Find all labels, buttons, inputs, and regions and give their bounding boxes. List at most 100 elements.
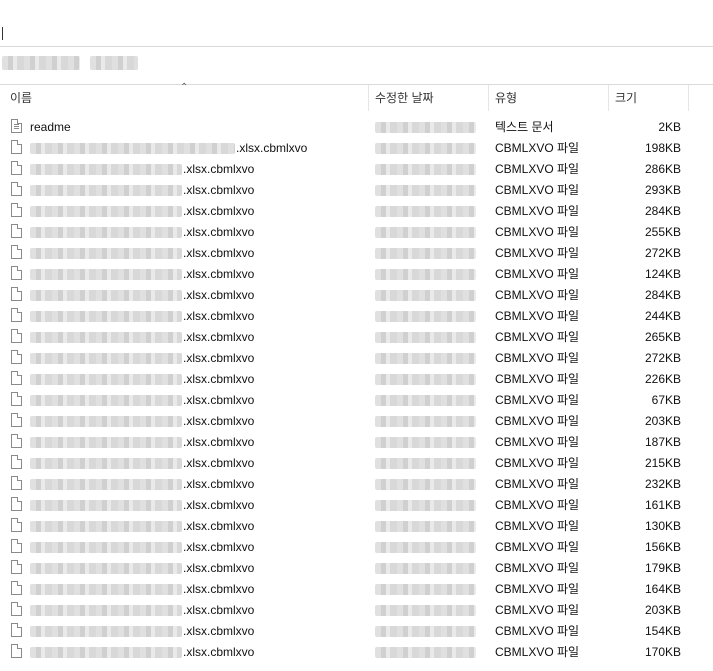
file-row[interactable]: .xlsx.cbmlxvo CBMLXVO 파일 286KB [0, 159, 713, 180]
file-row[interactable]: .xlsx.cbmlxvo CBMLXVO 파일 272KB [0, 348, 713, 369]
column-header-row: 이름 ⌃ 수정한 날짜 유형 크기 [0, 82, 713, 113]
column-header-size[interactable]: 크기 [608, 85, 688, 113]
file-extension: .xlsx.cbmlxvo [183, 288, 255, 302]
file-type: 텍스트 문서 [495, 120, 554, 134]
file-icon [11, 602, 22, 616]
redacted-modified-date [375, 290, 476, 301]
file-extension: .xlsx.cbmlxvo [183, 414, 255, 428]
file-icon [11, 350, 22, 364]
file-row[interactable]: .xlsx.cbmlxvo CBMLXVO 파일 154KB [0, 621, 713, 642]
file-row[interactable]: .xlsx.cbmlxvo CBMLXVO 파일 272KB [0, 243, 713, 264]
file-row[interactable]: .xlsx.cbmlxvo CBMLXVO 파일 203KB [0, 600, 713, 621]
file-row[interactable]: .xlsx.cbmlxvo CBMLXVO 파일 179KB [0, 558, 713, 579]
redacted-file-name [30, 374, 182, 385]
file-icon [11, 560, 22, 574]
file-size: 265KB [644, 330, 681, 344]
column-header-type[interactable]: 유형 [488, 85, 608, 113]
file-type: CBMLXVO 파일 [495, 162, 580, 176]
redacted-modified-date [375, 437, 476, 448]
file-type: CBMLXVO 파일 [495, 561, 580, 575]
file-size: 198KB [644, 141, 681, 155]
file-row[interactable]: .xlsx.cbmlxvo CBMLXVO 파일 215KB [0, 453, 713, 474]
file-extension: .xlsx.cbmlxvo [183, 498, 255, 512]
redacted-modified-date [375, 479, 476, 490]
redacted-modified-date [375, 647, 476, 658]
redacted-modified-date [375, 458, 476, 469]
file-row[interactable]: .xlsx.cbmlxvo CBMLXVO 파일 284KB [0, 201, 713, 222]
file-icon [11, 203, 22, 217]
redacted-modified-date [375, 395, 476, 406]
file-size: 284KB [644, 288, 681, 302]
redacted-file-name [30, 164, 182, 175]
file-type: CBMLXVO 파일 [495, 141, 580, 155]
column-header-modified[interactable]: 수정한 날짜 [368, 85, 488, 113]
file-type: CBMLXVO 파일 [495, 393, 580, 407]
redacted-modified-date [375, 248, 476, 259]
file-type: CBMLXVO 파일 [495, 204, 580, 218]
column-divider[interactable] [688, 85, 689, 111]
redacted-modified-date [375, 605, 476, 616]
file-extension: .xlsx.cbmlxvo [183, 372, 255, 386]
text-cursor [2, 27, 3, 40]
file-type: CBMLXVO 파일 [495, 288, 580, 302]
file-extension: .xlsx.cbmlxvo [183, 519, 255, 533]
file-row[interactable]: .xlsx.cbmlxvo CBMLXVO 파일 293KB [0, 180, 713, 201]
file-extension: .xlsx.cbmlxvo [183, 183, 255, 197]
redacted-modified-date [375, 521, 476, 532]
file-icon [11, 518, 22, 532]
file-row[interactable]: .xlsx.cbmlxvo CBMLXVO 파일 255KB [0, 222, 713, 243]
file-size: 232KB [644, 477, 681, 491]
file-size: 244KB [644, 309, 681, 323]
redacted-modified-date [375, 416, 476, 427]
file-row[interactable]: readme 텍스트 문서 2KB [0, 117, 713, 138]
divider [0, 46, 713, 47]
file-row[interactable]: .xlsx.cbmlxvo CBMLXVO 파일 265KB [0, 327, 713, 348]
file-list: readme 텍스트 문서 2KB .xlsx.cbmlxvo CBMLXVO … [0, 117, 713, 663]
file-row[interactable]: .xlsx.cbmlxvo CBMLXVO 파일 198KB [0, 138, 713, 159]
redacted-file-name [30, 416, 182, 427]
redacted-modified-date [375, 227, 476, 238]
file-type: CBMLXVO 파일 [495, 603, 580, 617]
address-bar[interactable] [0, 48, 713, 82]
file-extension: .xlsx.cbmlxvo [183, 351, 255, 365]
file-type: CBMLXVO 파일 [495, 435, 580, 449]
search-bar[interactable] [0, 0, 713, 46]
file-row[interactable]: .xlsx.cbmlxvo CBMLXVO 파일 170KB [0, 642, 713, 663]
file-size: 164KB [644, 582, 681, 596]
file-row[interactable]: .xlsx.cbmlxvo CBMLXVO 파일 244KB [0, 306, 713, 327]
file-row[interactable]: .xlsx.cbmlxvo CBMLXVO 파일 124KB [0, 264, 713, 285]
file-name: readme [30, 120, 71, 134]
file-row[interactable]: .xlsx.cbmlxvo CBMLXVO 파일 130KB [0, 516, 713, 537]
file-row[interactable]: .xlsx.cbmlxvo CBMLXVO 파일 187KB [0, 432, 713, 453]
file-type: CBMLXVO 파일 [495, 330, 580, 344]
file-row[interactable]: .xlsx.cbmlxvo CBMLXVO 파일 67KB [0, 390, 713, 411]
file-row[interactable]: .xlsx.cbmlxvo CBMLXVO 파일 226KB [0, 369, 713, 390]
file-extension: .xlsx.cbmlxvo [183, 645, 255, 659]
file-row[interactable]: .xlsx.cbmlxvo CBMLXVO 파일 232KB [0, 474, 713, 495]
redacted-file-name [30, 248, 182, 259]
redacted-modified-date [375, 626, 476, 637]
file-extension: .xlsx.cbmlxvo [183, 267, 255, 281]
file-row[interactable]: .xlsx.cbmlxvo CBMLXVO 파일 161KB [0, 495, 713, 516]
file-type: CBMLXVO 파일 [495, 225, 580, 239]
file-size: 272KB [644, 246, 681, 260]
redacted-file-name [30, 500, 182, 511]
file-row[interactable]: .xlsx.cbmlxvo CBMLXVO 파일 156KB [0, 537, 713, 558]
file-extension: .xlsx.cbmlxvo [183, 162, 255, 176]
redacted-modified-date [375, 311, 476, 322]
file-icon [11, 161, 22, 175]
redacted-modified-date [375, 563, 476, 574]
file-extension: .xlsx.cbmlxvo [183, 246, 255, 260]
file-type: CBMLXVO 파일 [495, 477, 580, 491]
file-row[interactable]: .xlsx.cbmlxvo CBMLXVO 파일 203KB [0, 411, 713, 432]
redacted-modified-date [375, 164, 476, 175]
file-row[interactable]: .xlsx.cbmlxvo CBMLXVO 파일 164KB [0, 579, 713, 600]
redacted-path-segment[interactable] [2, 56, 80, 70]
file-extension: .xlsx.cbmlxvo [183, 603, 255, 617]
redacted-path-segment[interactable] [90, 56, 138, 70]
file-row[interactable]: .xlsx.cbmlxvo CBMLXVO 파일 284KB [0, 285, 713, 306]
redacted-file-name [30, 542, 182, 553]
redacted-modified-date [375, 584, 476, 595]
file-icon [11, 476, 22, 490]
sort-ascending-icon: ⌃ [180, 82, 189, 93]
